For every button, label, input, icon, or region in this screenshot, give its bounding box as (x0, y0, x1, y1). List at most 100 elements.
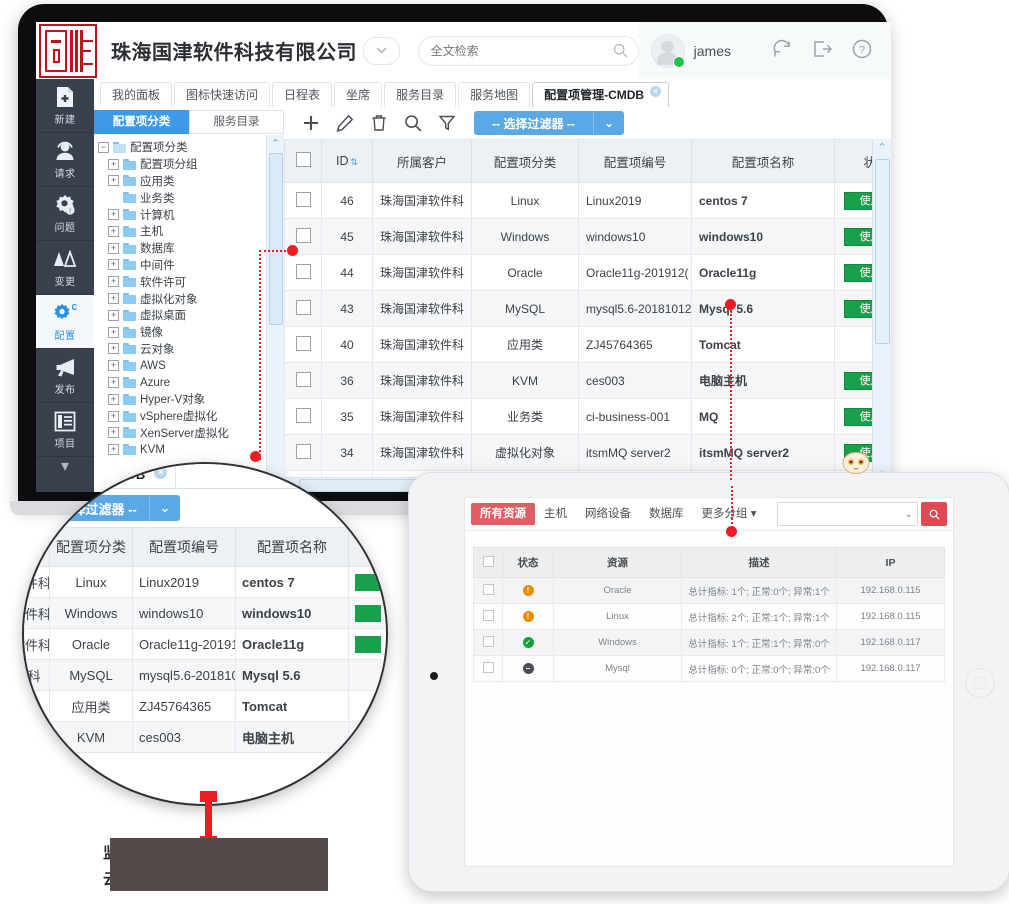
select-all-header[interactable] (473, 547, 503, 578)
tree-node[interactable]: + KVM (98, 441, 266, 458)
subtab-ci-category[interactable]: 配置项分类 (94, 110, 189, 134)
tree-node[interactable]: + Hyper-V对象 (98, 391, 266, 408)
magnified-filter-select[interactable]: -- 选择过滤器 -- ⌄ (35, 495, 180, 521)
tab-cmdb[interactable]: 配置项管理-CMDB × (532, 82, 670, 107)
row-checkbox[interactable] (482, 609, 494, 621)
expand-icon[interactable]: + (108, 444, 119, 456)
row-select-cell[interactable] (473, 603, 503, 630)
expand-icon[interactable]: + (108, 326, 119, 338)
row-checkbox[interactable] (295, 227, 311, 243)
tree-node[interactable]: + vSphere虚拟化 (98, 408, 266, 425)
row-select-cell[interactable] (284, 290, 322, 327)
tab-icon-quick-access[interactable]: 图标快速访问 (174, 82, 271, 107)
row-checkbox[interactable] (295, 299, 311, 315)
row-checkbox[interactable] (295, 371, 311, 387)
expand-icon[interactable]: + (108, 158, 119, 170)
table-row[interactable]: 44 珠海国津软件科 Oracle Oracle11g-201912(Oracle11… (284, 254, 873, 291)
tab-seat[interactable]: 坐席 (334, 82, 383, 107)
tree-node[interactable]: 业务类 (98, 189, 266, 206)
tree-node[interactable]: + 虚拟桌面 (98, 307, 266, 324)
subtab-service-catalog[interactable]: 服务目录 (189, 110, 284, 134)
tab-schedule[interactable]: 日程表 (272, 82, 333, 107)
table-row[interactable]: 36珠海国津软件科KVMces003电脑主机使用中 (284, 362, 873, 399)
delete-trash-icon[interactable] (364, 110, 394, 136)
scroll-up-chevron-icon[interactable]: ⌃ (267, 135, 284, 151)
table-row[interactable]: 35珠海国津软件科业务类ci-business-001MQ 使用中 (284, 398, 873, 435)
row-select-cell[interactable] (473, 629, 503, 656)
row-checkbox[interactable] (482, 661, 494, 673)
tablet-search-input[interactable]: ⌄ (777, 502, 918, 526)
avatar[interactable] (650, 33, 685, 68)
global-search-box[interactable] (417, 35, 639, 66)
table-row[interactable]: 43 珠海国津软件科 MySQL mysql5.6-20181012 Mysql 5.6… (284, 290, 873, 327)
expand-icon[interactable]: + (108, 393, 119, 405)
table-row[interactable]: ✓ Windows 总计指标: 1个; 正常:1个; 异常:0个 192.168.0.… (473, 629, 945, 656)
table-row[interactable]: 40 珠海国津软件科 应用类 ZJ45764365 Tomcat (284, 326, 873, 363)
select-all-checkbox[interactable] (482, 555, 494, 567)
collapse-icon[interactable]: − (98, 141, 109, 153)
tablet-nav-more-groups[interactable]: 更多分组 ▾ (693, 503, 766, 525)
expand-icon[interactable]: + (108, 343, 119, 355)
grid-scrollbar-thumb[interactable] (875, 159, 890, 344)
row-select-cell[interactable] (284, 362, 322, 399)
tree-scrollbar-thumb[interactable] (269, 153, 283, 325)
filter-funnel-icon[interactable] (432, 110, 462, 136)
magnified-tab-cmdb[interactable]: 配置项管理-CMDB × (24, 464, 177, 488)
sidebar-item-new[interactable]: 新建 (36, 79, 94, 133)
column-header-status[interactable]: 状态 (502, 547, 554, 578)
expand-icon[interactable]: + (108, 225, 119, 237)
tree-node[interactable]: + AWS (98, 357, 266, 374)
tab-service-catalog[interactable]: 服务目录 (384, 82, 457, 107)
tablet-search-button[interactable] (921, 502, 947, 526)
column-header-customer[interactable]: 所属客户 (372, 139, 472, 183)
select-all-header[interactable] (284, 139, 322, 183)
refresh-icon[interactable] (771, 38, 797, 64)
tree-node[interactable]: + 虚拟化对象 (98, 290, 266, 307)
scroll-up-chevron-icon[interactable]: ⌃ (873, 139, 891, 155)
column-header-number[interactable]: 配置项编号 (578, 139, 692, 183)
expand-icon[interactable]: + (108, 360, 119, 372)
tree-node[interactable]: + XenServer虚拟化 (98, 425, 266, 442)
row-select-cell[interactable] (473, 577, 503, 604)
chevron-down-icon[interactable]: ⌄ (593, 111, 624, 135)
expand-icon[interactable]: + (108, 309, 119, 321)
expand-icon[interactable]: + (108, 175, 119, 187)
tablet-nav-network-devices[interactable]: 网络设备 (576, 503, 640, 525)
table-row[interactable]: 46珠海国津软件科LinuxLinux2019centos 7 使用中 (284, 182, 873, 219)
tree-node[interactable]: + 配置项分组 (98, 156, 266, 173)
tab-service-map[interactable]: 服务地图 (458, 82, 531, 107)
close-icon[interactable]: × (154, 466, 168, 479)
sort-icon[interactable]: ⇅ (350, 157, 358, 167)
column-header-name[interactable]: 配置项名称 (691, 139, 835, 183)
tree-node[interactable]: + 软件许可 (98, 273, 266, 290)
tablet-nav-databases[interactable]: 数据库 (640, 503, 693, 525)
expand-icon[interactable]: + (108, 377, 119, 389)
search-input[interactable] (428, 42, 613, 59)
tree-node[interactable]: + 镜像 (98, 324, 266, 341)
close-icon[interactable]: × (650, 86, 662, 97)
help-icon[interactable]: ? (851, 38, 877, 64)
sidebar-item-request[interactable]: 请求 (36, 133, 94, 187)
column-header-id[interactable]: ID ⇅ (321, 139, 373, 183)
table-row[interactable]: ! Oracle 总计指标: 1个; 正常:0个; 异常:1个 192.168.0.1… (473, 577, 945, 604)
table-row[interactable]: ! Linux 总计指标: 2个; 正常:1个; 异常:1个 192.168.0.11… (473, 603, 945, 630)
expand-icon[interactable]: + (108, 410, 119, 422)
sidebar-item-release[interactable]: 发布 (36, 349, 94, 403)
row-select-cell[interactable] (473, 655, 503, 682)
tree-node[interactable]: + 主机 (98, 223, 266, 240)
tree-node[interactable]: + 数据库 (98, 240, 266, 257)
expand-icon[interactable]: + (108, 427, 119, 439)
tree-node[interactable]: + 云对象 (98, 341, 266, 358)
add-icon[interactable] (296, 110, 326, 136)
select-all-checkbox[interactable] (295, 152, 311, 167)
row-select-cell[interactable] (284, 326, 322, 363)
column-header-status[interactable]: 状态 (834, 139, 873, 183)
row-checkbox[interactable] (295, 407, 311, 423)
sidebar-item-problem[interactable]: ! 问题 (36, 187, 94, 241)
table-row[interactable]: − Mysql 总计指标: 0个; 正常:0个; 异常:0个 192.168.0.11… (473, 655, 945, 682)
row-checkbox[interactable] (295, 443, 311, 459)
row-select-cell[interactable] (284, 254, 322, 291)
expand-icon[interactable]: + (108, 242, 119, 254)
tree-node[interactable]: + 中间件 (98, 257, 266, 274)
row-select-cell[interactable] (284, 182, 322, 219)
